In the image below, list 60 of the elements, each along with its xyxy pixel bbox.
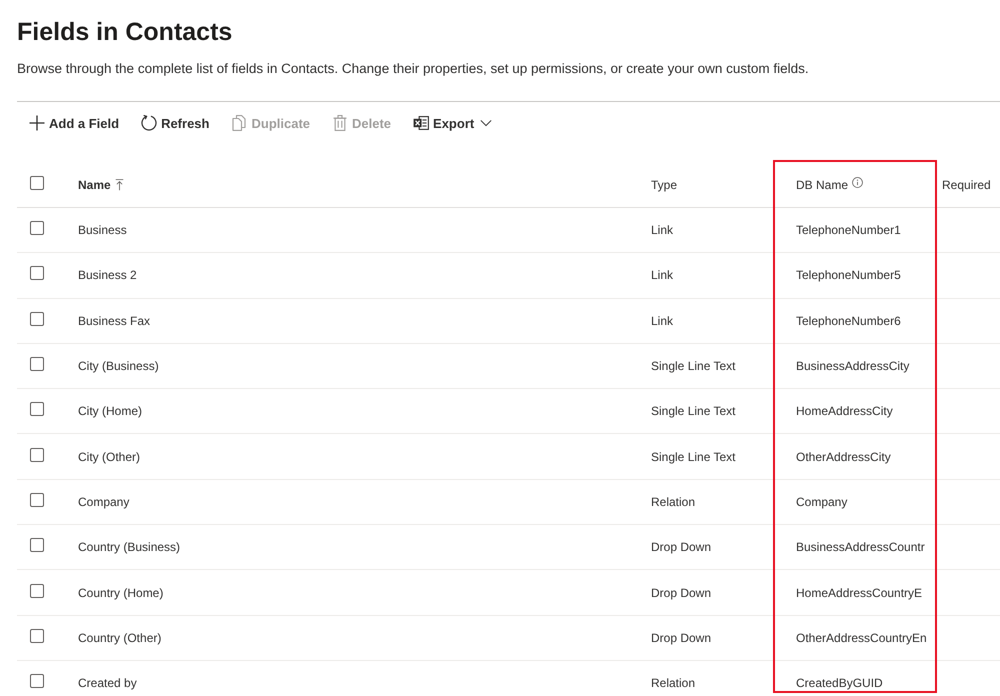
column-header[interactable]: Type <box>651 178 678 192</box>
chevron-down-icon <box>480 117 492 129</box>
field-name: Business <box>78 223 127 238</box>
row-checkbox[interactable] <box>30 221 44 236</box>
db-name: OtherAddressCountryEn <box>796 630 927 645</box>
field-type: Link <box>651 223 674 238</box>
field-name: Business 2 <box>78 268 137 282</box>
select-all-checkbox[interactable] <box>30 176 44 190</box>
field-type: Single Line Text <box>651 450 736 464</box>
export-button[interactable]: Export <box>409 111 496 135</box>
field-type: Link <box>651 268 674 282</box>
plus-icon <box>29 115 45 131</box>
db-name: HomeAddressCity <box>796 404 893 418</box>
field-type: Drop Down <box>651 586 712 600</box>
db-name: CreatedByGUID <box>796 676 883 690</box>
db-name: HomeAddressCountryE <box>796 586 922 600</box>
db-name: OtherAddressCity <box>796 450 891 464</box>
field-type: Single Line Text <box>651 404 736 418</box>
field-name: City (Business) <box>78 359 159 374</box>
refresh-icon <box>141 115 158 131</box>
column-header[interactable]: DB Name <box>796 178 848 192</box>
db-name: TelephoneNumber5 <box>796 268 901 282</box>
column-header[interactable]: Name <box>78 178 111 192</box>
field-type: Relation <box>651 494 696 509</box>
column-header[interactable]: Required <box>942 178 991 192</box>
db-name: TelephoneNumber1 <box>796 223 901 238</box>
trash-icon <box>332 115 348 131</box>
field-name: Company <box>78 494 130 509</box>
spreadsheet-icon <box>413 115 430 131</box>
add-field-button[interactable]: Add a Field <box>25 111 124 135</box>
copy-icon <box>231 115 248 131</box>
field-type: Link <box>651 314 674 328</box>
field-name: Country (Business) <box>78 540 180 554</box>
refresh-button[interactable]: Refresh <box>137 111 214 135</box>
db-name: BusinessAddressCountr <box>796 540 925 554</box>
field-type: Drop Down <box>651 630 712 645</box>
field-type: Drop Down <box>651 540 712 554</box>
row-checkbox[interactable] <box>30 674 44 688</box>
field-name: City (Other) <box>78 450 140 464</box>
db-name: TelephoneNumber6 <box>796 314 901 328</box>
field-name: Country (Other) <box>78 630 162 645</box>
field-name: Created by <box>78 676 137 690</box>
db-name: BusinessAddressCity <box>796 359 910 374</box>
db-name: Company <box>796 494 848 509</box>
field-name: Business Fax <box>78 314 150 328</box>
row-checkbox[interactable] <box>30 492 44 507</box>
row-checkbox[interactable] <box>30 266 44 280</box>
row-checkbox[interactable] <box>30 312 44 326</box>
row-checkbox[interactable] <box>30 538 44 552</box>
row-checkbox[interactable] <box>30 448 44 462</box>
row-checkbox[interactable] <box>30 628 44 643</box>
field-name: City (Home) <box>78 404 142 418</box>
field-name: Country (Home) <box>78 586 164 600</box>
row-checkbox[interactable] <box>30 357 44 372</box>
field-type: Single Line Text <box>651 359 736 374</box>
page-description: Browse through the complete list of fields in Contacts. Change their properties, set up permissions, or create your own custom fields. <box>17 60 809 78</box>
row-checkbox[interactable] <box>30 584 44 598</box>
page-title: Fields in Contacts <box>17 17 232 48</box>
field-type: Relation <box>651 676 696 690</box>
row-checkbox[interactable] <box>30 402 44 416</box>
